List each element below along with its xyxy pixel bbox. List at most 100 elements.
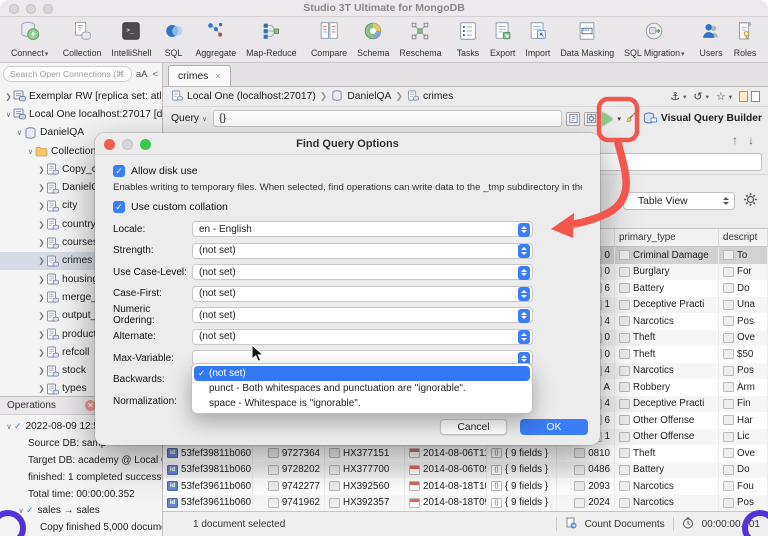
toolbar-collection[interactable]: Collection	[58, 18, 107, 62]
toolbar-compare[interactable]: Compare	[306, 18, 352, 62]
run-options-caret-icon[interactable]: ▾	[617, 115, 621, 123]
match-case-button[interactable]: aA	[135, 69, 149, 80]
sidebar-item-exemplar-rw-replica-set-atlas-a[interactable]: ❯ Exemplar RW [replica set: atlas-a	[0, 87, 162, 105]
dropdown-caret-icon[interactable]: ▾	[681, 51, 685, 58]
copy-icon[interactable]	[739, 91, 748, 102]
table-header-descript[interactable]: descript	[719, 229, 768, 246]
toolbar-roles[interactable]: Roles	[728, 18, 762, 62]
tree-expand-icon[interactable]: ❯	[37, 238, 46, 247]
tree-expand-icon[interactable]: ❯	[37, 293, 46, 302]
tree-expand-icon[interactable]: ❯	[37, 183, 46, 192]
run-query-button[interactable]	[602, 111, 614, 126]
zoom-window-icon[interactable]	[43, 4, 53, 14]
favorite-caret-icon[interactable]: ▾	[729, 93, 732, 101]
toolbar-map-reduce[interactable]: Map-Reduce	[241, 18, 301, 62]
tree-expand-icon[interactable]: ❯	[37, 220, 46, 229]
operation-entry[interactable]: finished: 1 completed successfull	[0, 469, 162, 486]
history-caret-icon[interactable]: ▾	[706, 93, 709, 101]
clear-query-broom-icon[interactable]	[625, 109, 639, 128]
tab-close-icon[interactable]: ×	[215, 71, 220, 81]
table-row[interactable]: id 53fef39611b060 9741962 HX392357 2014-08-1…	[163, 494, 768, 511]
tree-expand-icon[interactable]: ❯	[37, 348, 46, 357]
table-cell: {}{ 9 fields }	[487, 478, 557, 495]
dropdown-option[interactable]: space - Whitespace is "ignorable".	[194, 396, 530, 411]
tree-item-label: refcoll	[62, 346, 90, 358]
dialog-zoom-icon[interactable]	[140, 139, 151, 150]
operation-entry[interactable]: Total time: 00:00:00.352	[0, 486, 162, 503]
toolbar-export[interactable]: Export	[485, 18, 520, 62]
toolbar-import[interactable]: Import	[520, 18, 555, 62]
tree-expand-icon[interactable]: ❯	[37, 275, 46, 284]
close-window-icon[interactable]	[9, 4, 19, 14]
query-mode-dropdown[interactable]: Query ∨	[169, 113, 209, 124]
table-header-primary_type[interactable]: primary_type	[615, 229, 719, 246]
tree-expand-icon[interactable]: ❯	[37, 201, 46, 210]
pin-caret-icon[interactable]: ▾	[683, 93, 686, 101]
tree-expand-icon[interactable]: ❯	[37, 330, 46, 339]
toolbar-sql-migration[interactable]: SQL Migration▾	[619, 18, 689, 62]
history-icon[interactable]: ↺	[693, 90, 702, 103]
tree-expand-icon[interactable]: ∨	[26, 147, 35, 156]
search-connections-input[interactable]: Search Open Connections (⌘	[3, 66, 132, 82]
view-mode-select[interactable]: Table View	[623, 192, 735, 210]
table-row[interactable]: id 53fef39611b060 9742277 HX392560 2014-08-1…	[163, 478, 768, 495]
dialog-close-icon[interactable]	[104, 139, 115, 150]
tree-expand-icon[interactable]: ❯	[37, 311, 46, 320]
operation-expand-icon[interactable]: ∨	[4, 422, 14, 431]
tree-expand-icon[interactable]: ❯	[37, 366, 46, 375]
visual-query-builder-button[interactable]: Visual Query Builder	[643, 112, 762, 125]
toolbar-tasks[interactable]: Tasks	[451, 18, 485, 62]
tree-expand-icon[interactable]: ∨	[15, 128, 24, 137]
toolbar-reschema[interactable]: Reschema	[394, 18, 446, 62]
collapse-sidebar-icon[interactable]: <	[151, 69, 159, 80]
breadcrumb-item[interactable]: Local One (localhost:27017)	[187, 91, 316, 102]
toolbar-connect[interactable]: Connect▾	[6, 18, 53, 62]
minimize-window-icon[interactable]	[26, 4, 36, 14]
move-up-icon[interactable]: ↑	[732, 133, 738, 147]
tab-crimes[interactable]: crimes ×	[168, 65, 231, 86]
toolbar-sql[interactable]: SQL	[157, 18, 191, 62]
tree-expand-icon[interactable]: ❯	[37, 165, 46, 174]
tree-expand-icon[interactable]: ❯	[37, 384, 46, 393]
tree-expand-icon[interactable]: ∨	[4, 110, 13, 119]
use-custom-collation-checkbox[interactable]: ✓	[113, 200, 125, 213]
query-options-gear-icon[interactable]	[584, 111, 599, 126]
field-select[interactable]: (not set)	[192, 285, 533, 302]
field-select[interactable]: (not set)	[192, 307, 533, 323]
query-settings-icon[interactable]	[566, 111, 581, 126]
move-down-icon[interactable]: ↓	[748, 133, 754, 147]
window-traffic-lights[interactable]	[9, 4, 53, 14]
ok-button[interactable]: OK	[520, 419, 588, 435]
breadcrumb-item[interactable]: crimes	[423, 91, 453, 102]
dropdown-option[interactable]: ✓ (not set)	[194, 366, 530, 381]
table-row[interactable]: id 53fef39811b060 9727364 HX377151 2014-08-0…	[163, 445, 768, 462]
toolbar-data-masking[interactable]: *** Data Masking	[555, 18, 619, 62]
tree-expand-icon[interactable]: ❯	[4, 92, 13, 101]
toolbar-aggregate[interactable]: Aggregate	[191, 18, 242, 62]
field-select[interactable]: (not set)	[192, 242, 533, 259]
cancel-button[interactable]: Cancel	[440, 419, 507, 435]
toolbar-label: SQL	[164, 47, 183, 58]
allow-disk-use-checkbox[interactable]: ✓	[113, 164, 125, 177]
dropdown-option[interactable]: punct - Both whitespaces and punctuation…	[194, 381, 530, 396]
operation-entry[interactable]: ∨ ✓ sales → sales	[0, 502, 162, 519]
breadcrumb-item[interactable]: DanielQA	[347, 91, 391, 102]
tree-expand-icon[interactable]: ❯	[37, 256, 46, 265]
favorite-star-icon[interactable]: ☆	[716, 90, 726, 103]
field-select[interactable]: (not set)	[192, 328, 533, 345]
toolbar-users[interactable]: Users	[694, 18, 728, 62]
toolbar-intellishell[interactable]: >_ IntelliShell	[106, 18, 156, 62]
field-select[interactable]: en - English	[192, 221, 533, 237]
dropdown-caret-icon[interactable]: ▾	[45, 51, 49, 58]
table-row[interactable]: id 53fef39811b060 9728202 HX377700 2014-08-0…	[163, 461, 768, 478]
query-input[interactable]: {}	[213, 110, 563, 127]
tree-item-label: stock	[62, 365, 87, 377]
operation-entry[interactable]: Target DB: academy @ Local One	[0, 452, 162, 469]
toolbar-schema[interactable]: Schema	[352, 18, 394, 62]
field-select[interactable]: (not set)	[192, 264, 533, 280]
sidebar-item-local-one-localhost-27017-direct[interactable]: ∨ Local One localhost:27017 [direct	[0, 105, 162, 123]
pin-anchor-icon[interactable]: ⚓	[670, 90, 680, 103]
view-settings-gear-icon[interactable]	[743, 192, 758, 212]
paste-icon[interactable]	[751, 91, 760, 102]
count-documents-button[interactable]: Count Documents	[585, 519, 665, 530]
